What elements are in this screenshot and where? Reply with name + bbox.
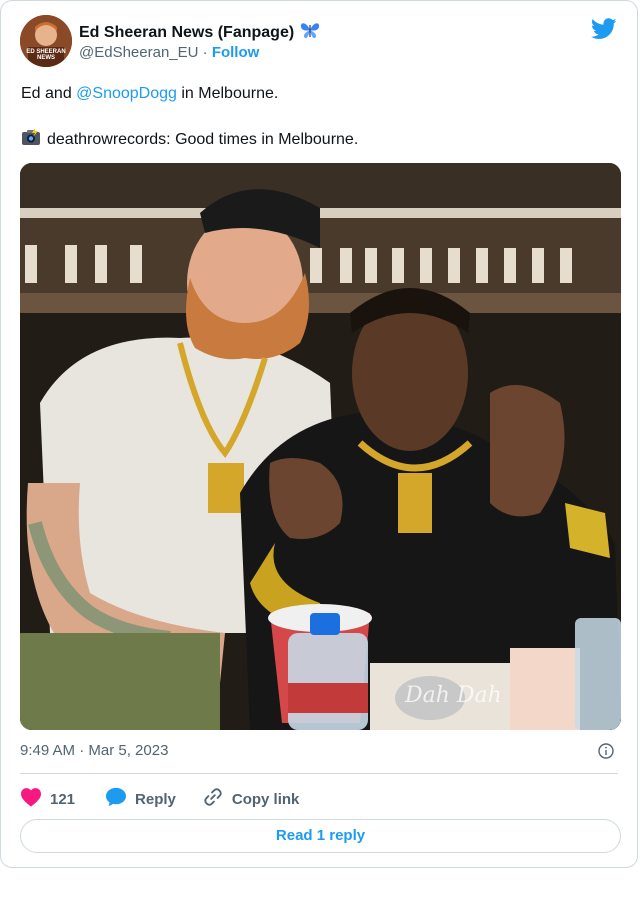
reply-label: Reply (135, 790, 176, 808)
like-button[interactable]: 121 (20, 787, 75, 811)
avatar-logo-text: ED SHEERAN NEWS (26, 49, 66, 61)
handle-row: @EdSheeran_EU · Follow (79, 44, 259, 61)
like-count: 121 (50, 790, 76, 808)
action-bar: 121 Reply Copy link (20, 786, 325, 812)
separator-dot: · (202, 44, 208, 61)
copy-link-button[interactable]: Copy link (202, 786, 300, 812)
photo-watermark: Dah Dah (405, 683, 502, 708)
account-name-text: Ed Sheeran News (Fanpage) (79, 23, 295, 41)
info-icon[interactable] (598, 743, 614, 764)
tweet-card: ED SHEERAN NEWS Ed Sheeran News (Fanpage… (0, 0, 638, 868)
account-handle[interactable]: @EdSheeran_EU (79, 44, 198, 61)
reply-button[interactable]: Reply (105, 787, 176, 811)
follow-link[interactable]: Follow (212, 44, 260, 61)
tweet-timestamp[interactable]: 9:49 AM · Mar 5, 2023 (20, 742, 168, 759)
reply-bubble-icon (105, 787, 127, 811)
tweet-photo[interactable]: Dah Dah (20, 163, 621, 730)
camera-flash-icon (21, 128, 41, 152)
avatar[interactable]: ED SHEERAN NEWS (20, 15, 72, 67)
tweet-text-pre: Ed and (21, 85, 77, 102)
link-icon (202, 786, 224, 812)
tweet-text-line1: Ed and @SnoopDogg in Melbourne. (21, 84, 278, 104)
heart-icon (20, 787, 42, 811)
read-reply-button[interactable]: Read 1 reply (20, 819, 621, 853)
divider (20, 773, 618, 774)
tweet-text-caption: deathrowrecords: Good times in Melbourne… (47, 131, 359, 148)
mention-link[interactable]: @SnoopDogg (76, 85, 177, 102)
twitter-bird-icon[interactable] (590, 18, 617, 45)
tweet-text-post: in Melbourne. (176, 85, 279, 102)
copy-link-label: Copy link (231, 790, 300, 808)
tweet-text-line2: deathrowrecords: Good times in Melbourne… (21, 128, 358, 152)
butterfly-icon (300, 21, 320, 44)
account-name[interactable]: Ed Sheeran News (Fanpage) (79, 21, 320, 44)
